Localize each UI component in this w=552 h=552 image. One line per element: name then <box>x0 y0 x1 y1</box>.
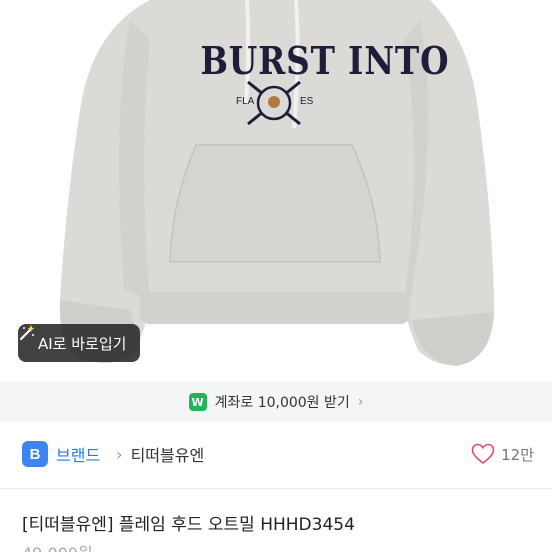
brand-badge: B <box>22 441 48 467</box>
product-title: [티떠블유엔] 플레임 후드 오트밀 HHHD3454 <box>22 515 355 535</box>
print-sub-left-text: FLA <box>236 96 255 107</box>
chevron-right-icon: › <box>357 394 364 410</box>
breadcrumb-separator: › <box>116 444 123 464</box>
divider <box>0 488 552 489</box>
brand-name-link[interactable]: 티떠블유엔 <box>131 442 205 466</box>
print-main-text: BURST INTO <box>200 38 450 83</box>
heart-icon <box>471 443 495 465</box>
product-price: 49,000원 <box>22 540 93 552</box>
points-banner[interactable]: W 계좌로 10,000원 받기 › <box>0 382 552 422</box>
like-count: 12만 <box>501 445 534 464</box>
won-badge: W <box>188 393 207 411</box>
ai-try-on-button[interactable]: AI로 바로입기 <box>18 324 141 362</box>
brand-link[interactable]: 브랜드 <box>56 442 100 466</box>
like-button[interactable]: 12만 <box>471 432 534 476</box>
product-image[interactable]: BURST INTO FLA ES AI로 바로입기 <box>0 0 552 376</box>
points-banner-text: 계좌로 10,000원 받기 <box>214 395 350 411</box>
print-sub-right-text: ES <box>300 96 314 107</box>
ai-try-on-label: AI로 바로입기 <box>38 334 127 353</box>
brand-row: B 브랜드 › 티떠블유엔 12만 <box>0 432 552 476</box>
